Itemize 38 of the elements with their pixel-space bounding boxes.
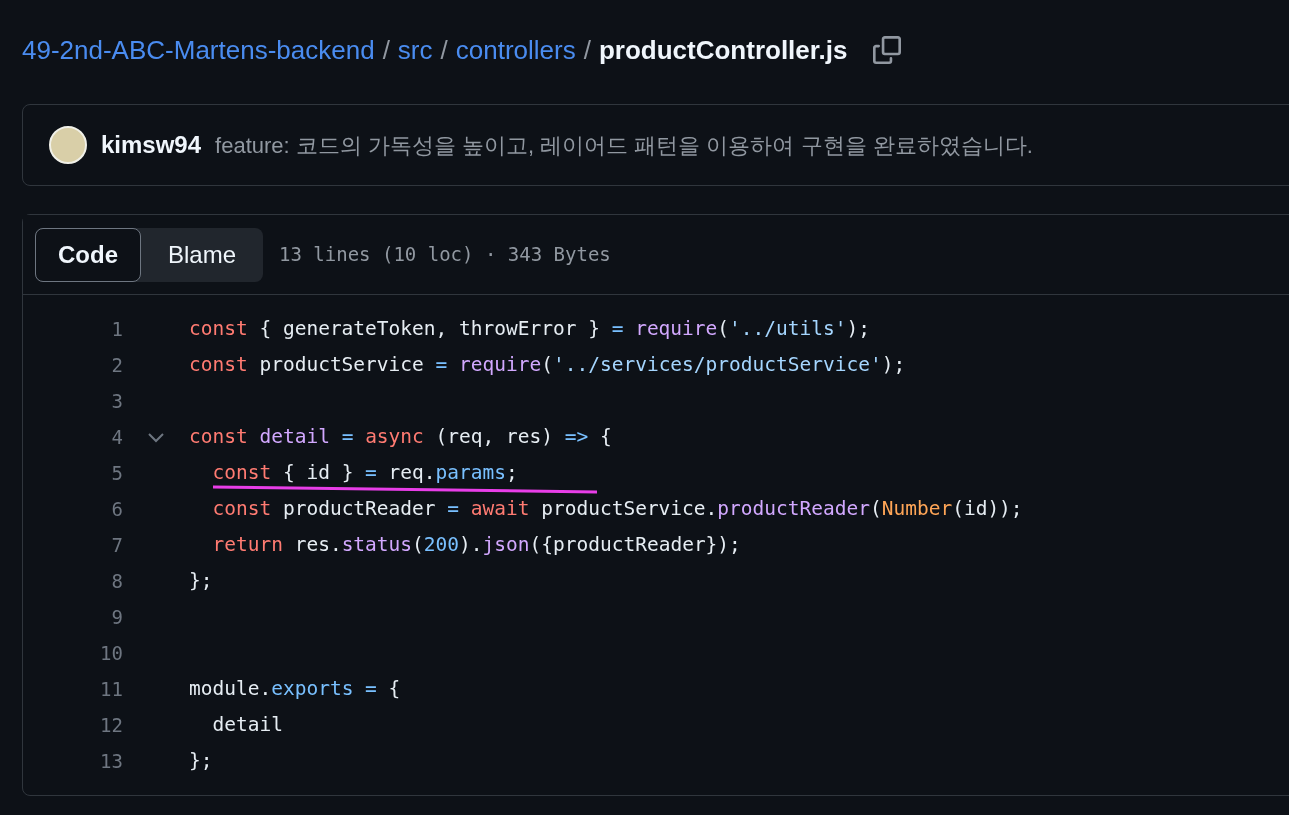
line-number: 6 xyxy=(110,496,123,522)
copy-icon[interactable] xyxy=(873,36,902,64)
code-line: const detail = async (req, res) => { xyxy=(189,425,612,449)
path-separator: / xyxy=(440,33,448,67)
code-line: const { id } = req.params; xyxy=(211,461,518,485)
line-number: 9 xyxy=(110,604,123,630)
path-separator: / xyxy=(583,33,591,67)
code-line: module.exports = { xyxy=(189,677,401,701)
code-line: }; xyxy=(189,749,213,773)
breadcrumb-link[interactable]: 49-2nd-ABC-Martens-backend xyxy=(22,30,375,70)
path-separator: / xyxy=(382,33,390,67)
view-tab[interactable]: Code xyxy=(35,227,141,282)
line-number: 8 xyxy=(110,568,123,594)
avatar[interactable] xyxy=(49,126,87,164)
line-number: 3 xyxy=(110,388,123,414)
line-number: 12 xyxy=(99,712,123,738)
line-number: 1 xyxy=(110,316,123,342)
code-line: detail xyxy=(211,713,283,737)
code-line: const productService = require('../services/productService'); xyxy=(189,353,906,377)
line-number: 10 xyxy=(99,640,123,666)
code-line: return res.status(200).json({productReader}); xyxy=(211,533,741,557)
line-number: 2 xyxy=(110,352,123,378)
line-number: 7 xyxy=(110,532,123,558)
commit-author[interactable]: kimsw94 xyxy=(101,127,202,163)
commit-message[interactable]: feature: 코드의 가독성을 높이고, 레이어드 패턴을 이용하여 구현을 완료하였습니다. xyxy=(215,128,1033,162)
line-number: 5 xyxy=(110,460,123,486)
file-info: 13 lines (10 loc) · 343 Bytes xyxy=(279,242,611,268)
line-number: 13 xyxy=(99,748,123,774)
code-line: const { generateToken, throwError } = require('../utils'); xyxy=(189,317,870,341)
file-name: productController.js xyxy=(598,33,848,67)
line-number: 11 xyxy=(99,676,123,702)
code-line: }; xyxy=(189,569,213,593)
view-tab[interactable]: Blame xyxy=(141,227,264,282)
breadcrumb-link[interactable]: controllers xyxy=(455,30,576,70)
line-number: 4 xyxy=(110,424,123,450)
breadcrumb-link[interactable]: src xyxy=(397,30,433,70)
chevron-down-icon[interactable] xyxy=(147,431,165,443)
code-line: const productReader = await productService.productReader(Number(id)); xyxy=(211,497,1023,521)
